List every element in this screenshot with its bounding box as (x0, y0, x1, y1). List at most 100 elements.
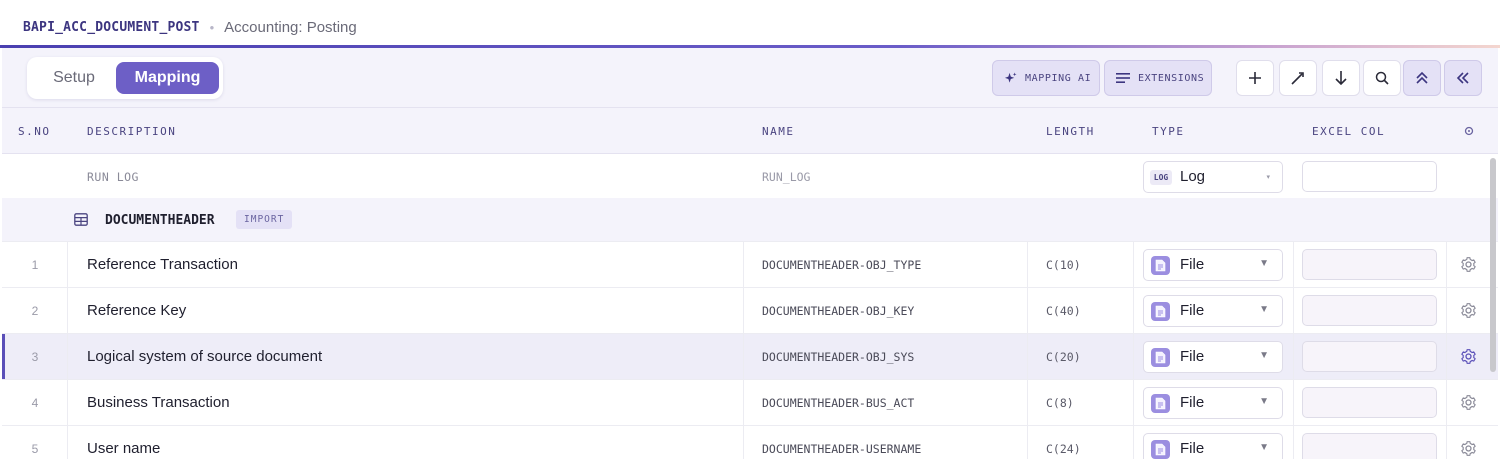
cell-divider (1446, 242, 1447, 287)
excel-col-input[interactable] (1302, 433, 1437, 459)
collapse-panel-button[interactable] (1444, 60, 1482, 96)
table-row[interactable]: 4 Business Transaction DOCUMENTHEADER-BUS_… (2, 380, 1498, 426)
type-value: File (1180, 440, 1205, 457)
settings-small-icon[interactable] (1464, 126, 1474, 136)
file-type-icon (1151, 256, 1170, 275)
chevrons-left-icon (1456, 72, 1469, 84)
search-icon (1375, 71, 1389, 85)
gear-icon (1461, 303, 1476, 318)
view-toggle: Setup Mapping (27, 57, 223, 99)
collapse-all-button[interactable] (1403, 60, 1441, 96)
cell-divider (743, 426, 744, 459)
log-tag-icon: LOG (1150, 170, 1172, 185)
table-header: S.NO DESCRIPTION NAME LENGTH TYPE EXCEL … (2, 108, 1498, 154)
sparkle-icon (1004, 71, 1017, 83)
cell-divider (743, 380, 744, 425)
mapping-ai-label: MAPPING AI (1025, 72, 1092, 84)
list-icon (1116, 73, 1130, 83)
row-length: C(20) (1046, 350, 1081, 364)
bapi-title: BAPI_ACC_DOCUMENT_POST (23, 19, 200, 35)
type-select[interactable]: File ▼ (1143, 295, 1283, 327)
run-log-type-select[interactable]: LOG Log ▾ (1143, 161, 1283, 193)
magic-wand-icon (1291, 72, 1304, 85)
cell-divider (1027, 288, 1028, 333)
col-header-sno: S.NO (18, 125, 51, 138)
file-icon (1155, 259, 1166, 272)
gear-icon (1461, 349, 1476, 364)
row-number: 5 (31, 442, 39, 456)
caret-down-icon: ▼ (1259, 396, 1269, 407)
row-length: C(40) (1046, 304, 1081, 318)
row-settings-button[interactable] (1460, 348, 1477, 365)
excel-col-input[interactable] (1302, 249, 1437, 280)
row-description: Business Transaction (87, 394, 230, 411)
row-description: User name (87, 440, 161, 457)
cell-divider (1446, 380, 1447, 425)
caret-down-icon: ▼ (1259, 258, 1269, 269)
section-row-documentheader[interactable]: DOCUMENTHEADER IMPORT (2, 198, 1498, 242)
cell-divider (67, 334, 68, 379)
table-row[interactable]: 1 Reference Transaction DOCUMENTHEADER-OBJ… (2, 242, 1498, 288)
row-length: C(24) (1046, 442, 1081, 456)
row-length: C(8) (1046, 396, 1074, 410)
vertical-scrollbar[interactable] (1490, 158, 1496, 372)
caret-down-icon: ▼ (1259, 442, 1269, 453)
caret-down-icon: ▼ (1259, 304, 1269, 315)
col-header-name: NAME (762, 125, 795, 138)
table-row[interactable]: 2 Reference Key DOCUMENTHEADER-OBJ_KEY C(40… (2, 288, 1498, 334)
auto-map-button[interactable] (1279, 60, 1317, 96)
bapi-subtitle: Accounting: Posting (224, 18, 357, 36)
extensions-button[interactable]: EXTENSIONS (1104, 60, 1212, 96)
row-description: Logical system of source document (87, 348, 323, 365)
row-field-name: DOCUMENTHEADER-USERNAME (762, 442, 922, 456)
type-select[interactable]: File ▼ (1143, 433, 1283, 459)
extensions-label: EXTENSIONS (1138, 72, 1205, 84)
import-badge: IMPORT (236, 210, 293, 229)
file-type-icon (1151, 348, 1170, 367)
table-row[interactable]: 5 User name DOCUMENTHEADER-USERNAME C(24) Fi… (2, 426, 1498, 459)
tab-mapping[interactable]: Mapping (116, 62, 219, 94)
type-select[interactable]: File ▼ (1143, 249, 1283, 281)
table-row[interactable]: 3 Logical system of source document DOCUME… (2, 334, 1498, 380)
excel-col-input[interactable] (1302, 341, 1437, 372)
row-settings-button[interactable] (1460, 256, 1477, 273)
mapping-ai-button[interactable]: MAPPING AI (992, 60, 1100, 96)
type-select[interactable]: File ▼ (1143, 387, 1283, 419)
row-description: Reference Key (87, 302, 187, 319)
file-type-icon (1151, 394, 1170, 413)
row-field-name: DOCUMENTHEADER-OBJ_SYS (762, 350, 915, 364)
excel-col-input[interactable] (1302, 295, 1437, 326)
row-number: 4 (31, 396, 39, 410)
row-settings-button[interactable] (1460, 394, 1477, 411)
file-type-icon (1151, 302, 1170, 321)
cell-divider (1133, 334, 1134, 379)
type-value: File (1180, 256, 1205, 273)
search-button[interactable] (1363, 60, 1401, 96)
cell-divider (1133, 288, 1134, 333)
row-settings-button[interactable] (1460, 440, 1477, 457)
excel-col-input[interactable] (1302, 387, 1437, 418)
cell-divider (743, 334, 744, 379)
table-icon (74, 213, 88, 226)
row-field-name: DOCUMENTHEADER-OBJ_TYPE (762, 258, 922, 272)
cell-divider (1027, 242, 1028, 287)
download-button[interactable] (1322, 60, 1360, 96)
type-value: File (1180, 348, 1205, 365)
cell-divider (1027, 334, 1028, 379)
chevrons-up-icon (1416, 71, 1428, 84)
row-settings-button[interactable] (1460, 302, 1477, 319)
row-number: 2 (31, 304, 39, 318)
arrow-down-icon (1335, 71, 1347, 86)
cell-divider (1446, 334, 1447, 379)
run-log-excel-col-input[interactable] (1302, 161, 1437, 192)
cell-divider (67, 426, 68, 459)
cell-divider (1446, 288, 1447, 333)
caret-down-icon: ▼ (1259, 350, 1269, 361)
add-button[interactable] (1236, 60, 1274, 96)
row-field-name: DOCUMENTHEADER-BUS_ACT (762, 396, 915, 410)
cell-divider (743, 288, 744, 333)
file-type-icon (1151, 440, 1170, 459)
type-select[interactable]: File ▼ (1143, 341, 1283, 373)
row-length: C(10) (1046, 258, 1081, 272)
tab-setup[interactable]: Setup (31, 62, 117, 94)
